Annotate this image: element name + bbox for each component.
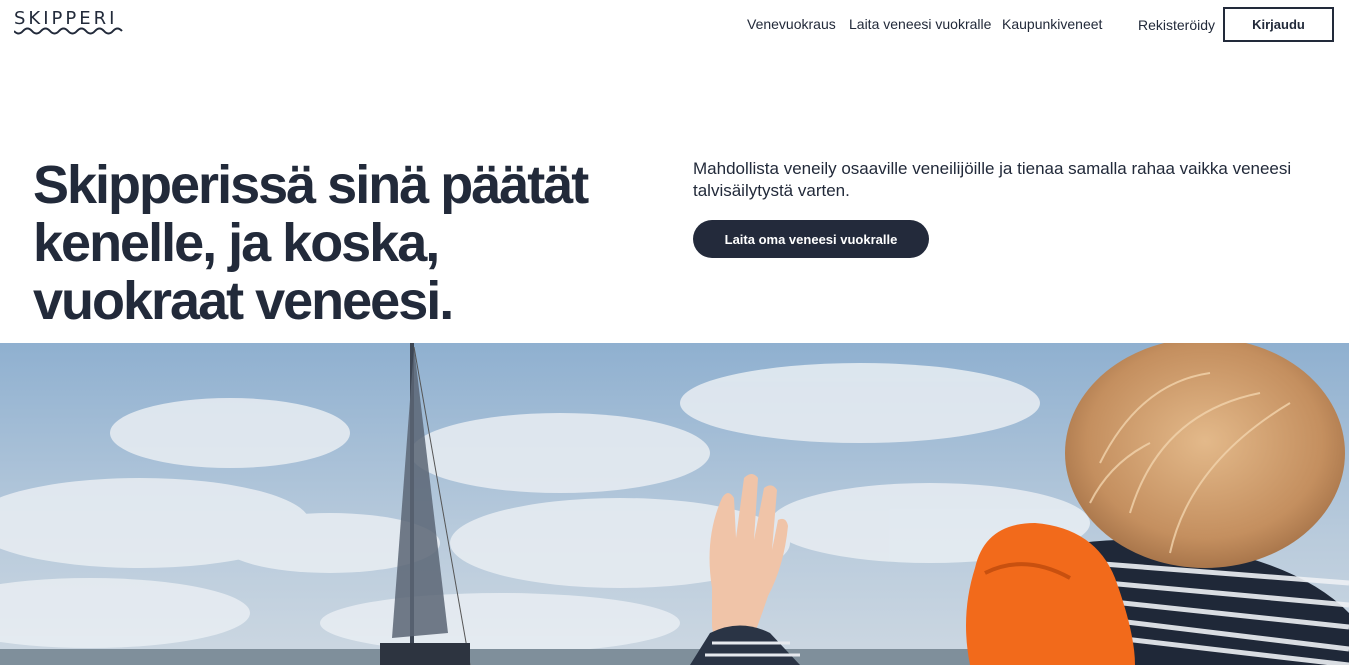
- hero-title-line-2: kenelle, ja koska,: [33, 213, 440, 273]
- site-header: SKIPPERI Venevuokraus Laita veneesi vuok…: [0, 0, 1349, 50]
- hero-photo-image: [0, 343, 1349, 665]
- logo-wave-icon: [14, 27, 123, 35]
- nav-venevuokraus[interactable]: Venevuokraus: [747, 16, 836, 32]
- nav-laita-veneesi-vuokralle[interactable]: Laita veneesi vuokralle: [849, 16, 991, 32]
- register-link[interactable]: Rekisteröidy: [1138, 17, 1215, 33]
- nav-kaupunkiveneet[interactable]: Kaupunkiveneet: [1002, 16, 1102, 32]
- logo-text: SKIPPERI: [14, 8, 118, 29]
- hero-title-line-3: vuokraat veneesi.: [33, 271, 454, 331]
- hero-description: Mahdollista veneily osaaville veneilijöi…: [693, 159, 1292, 200]
- login-button[interactable]: Kirjaudu: [1223, 7, 1334, 42]
- hero-title: Skipperissä sinä päätät kenelle, ja kosk…: [33, 156, 633, 330]
- hero-title-line-1: Skipperissä sinä päätät: [33, 155, 589, 215]
- logo[interactable]: SKIPPERI: [14, 10, 126, 38]
- list-boat-cta-button[interactable]: Laita oma veneesi vuokralle: [693, 220, 929, 258]
- hero-photo: [0, 343, 1349, 665]
